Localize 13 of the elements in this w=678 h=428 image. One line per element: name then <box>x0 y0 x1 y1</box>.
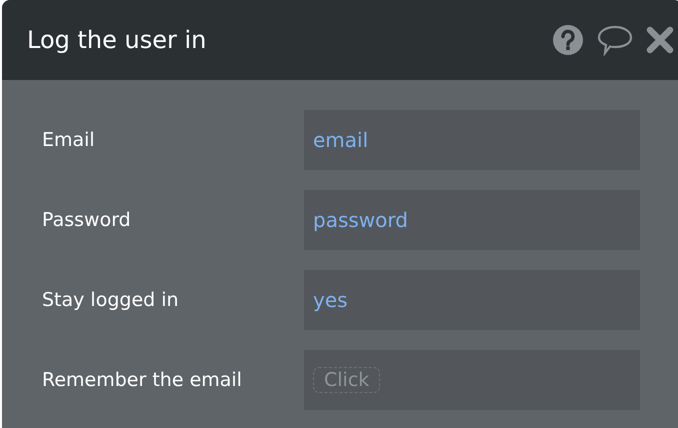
speech-bubble-icon[interactable] <box>596 24 634 56</box>
field-label: Email <box>41 129 96 151</box>
input-field[interactable]: email <box>304 110 640 170</box>
field-label: Password <box>41 209 132 231</box>
field-label: Remember the email <box>41 369 243 391</box>
field-label: Stay logged in <box>41 289 180 311</box>
help-icon[interactable] <box>552 24 584 56</box>
input-field[interactable]: yes <box>304 270 640 330</box>
input-field[interactable]: Click <box>304 350 640 410</box>
window-title: Log the user in <box>27 26 206 54</box>
click-placeholder[interactable]: Click <box>313 367 380 393</box>
input-field[interactable]: password <box>304 190 640 250</box>
close-icon[interactable] <box>646 26 674 54</box>
